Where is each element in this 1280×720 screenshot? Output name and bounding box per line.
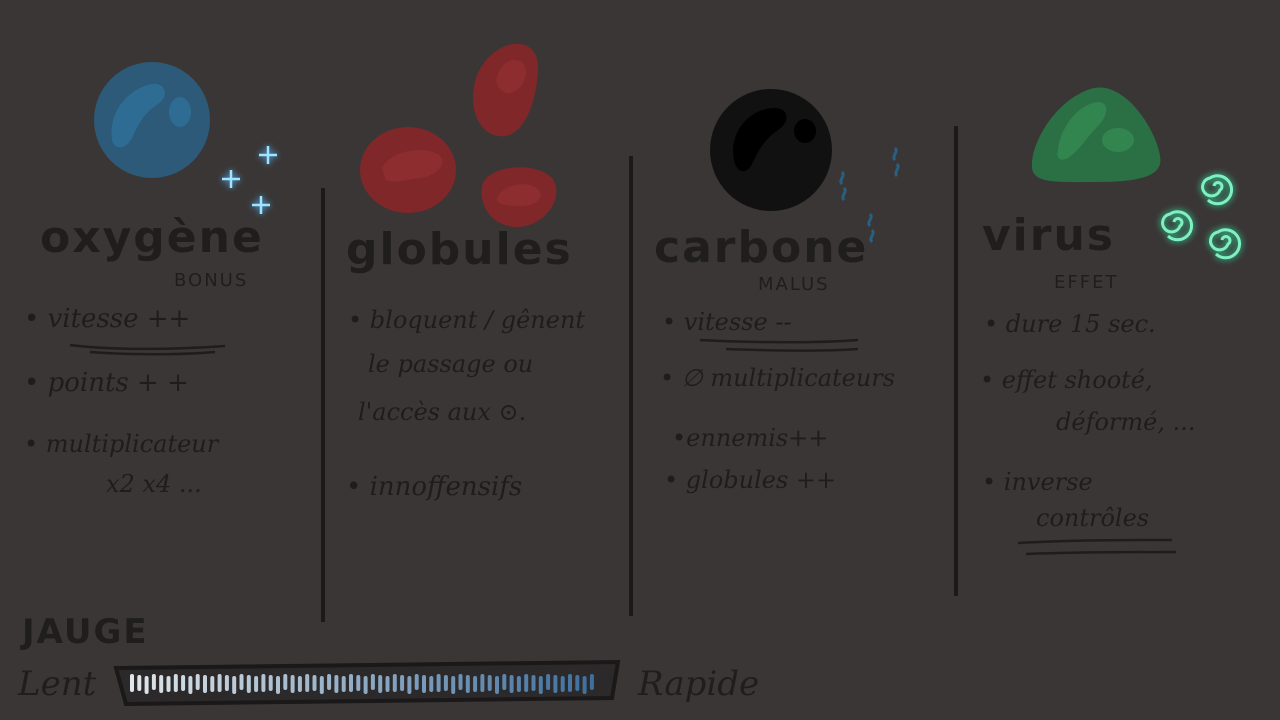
gauge-tick	[356, 675, 361, 691]
gauge-tick	[458, 674, 463, 690]
gauge-tick	[173, 674, 178, 692]
list-item: • effet shooté,	[980, 366, 1153, 394]
sketch-layer	[69, 43, 1244, 707]
gauge-tick	[422, 675, 426, 693]
gauge-tick	[589, 674, 594, 690]
column-title-carbone: carbone	[654, 222, 869, 273]
virus-blob-icon	[1031, 87, 1161, 183]
list-item: contrôles	[1036, 504, 1150, 532]
gauge-tick	[217, 674, 222, 692]
gauge-tick	[538, 676, 543, 694]
list-item: le passage ou	[368, 350, 534, 378]
gauge-tick	[575, 675, 580, 691]
gauge-tick	[349, 674, 353, 692]
gauge-tick	[443, 675, 448, 691]
gauge-tick	[516, 676, 521, 692]
gauge-tick	[546, 674, 551, 690]
gauge-tick	[582, 676, 587, 694]
gauge-tick	[159, 675, 164, 693]
gauge-tick	[254, 676, 259, 692]
list-item: • points + +	[24, 368, 189, 398]
list-item: • dure 15 sec.	[984, 310, 1156, 338]
gauge-tick	[531, 675, 536, 691]
gauge-tick	[195, 674, 200, 690]
gauge-tick	[429, 676, 434, 692]
list-item: l'accès aux ⊙.	[358, 398, 527, 426]
gauge-label-fast: Rapide	[638, 664, 760, 704]
gauge-tick	[407, 676, 412, 694]
gauge-tick	[290, 675, 295, 693]
gauge-tick	[224, 675, 229, 691]
column-tag-bonus: BONUS	[174, 270, 249, 291]
gauge-tick	[334, 675, 339, 693]
gauge-tick	[385, 676, 390, 692]
list-item: • bloquent / gênent	[348, 306, 586, 334]
list-item: • innoffensifs	[346, 472, 523, 502]
gauge-tick	[414, 674, 419, 690]
gauge-tick	[232, 676, 237, 694]
gauge-tick	[487, 675, 492, 691]
swirl-icon	[1159, 172, 1244, 262]
gauge-tick	[370, 674, 375, 690]
gauge-tick	[203, 675, 207, 693]
list-item: • inverse	[982, 468, 1093, 496]
gauge-title: JAUGE	[22, 612, 149, 652]
list-item: déformé, ...	[1056, 408, 1196, 436]
gauge-tick	[283, 674, 288, 690]
list-item: •ennemis++	[672, 424, 829, 452]
gauge-tick	[495, 676, 499, 694]
column-title-virus: virus	[982, 210, 1115, 261]
gauge-tick	[166, 676, 171, 692]
gauge-tick	[400, 675, 405, 691]
list-item: • vitesse --	[662, 308, 792, 336]
gauge-tick	[144, 676, 149, 694]
gauge-tick	[480, 674, 485, 692]
gauge-tick	[451, 676, 456, 694]
gauge-tick	[524, 674, 529, 692]
gauge-tick	[305, 674, 310, 692]
carbon-ball-icon	[710, 89, 832, 211]
gauge-tick	[188, 676, 193, 694]
gauge-tick	[130, 674, 134, 692]
gauge-tick	[436, 674, 441, 692]
column-tag-malus: MALUS	[758, 274, 830, 295]
gauge-tick	[560, 676, 565, 692]
gauge-bar	[113, 659, 621, 707]
gauge-tick	[568, 674, 572, 692]
gauge-tick	[276, 676, 280, 694]
gauge-tick	[312, 675, 317, 691]
gauge-tick	[210, 676, 215, 692]
gauge-tick	[151, 674, 156, 690]
gauge-tick	[297, 676, 302, 692]
gauge-tick	[319, 676, 324, 694]
sparkle-icon	[222, 146, 277, 214]
gauge-tick	[509, 675, 514, 693]
column-tag-effet: EFFET	[1054, 272, 1119, 293]
gauge-tick	[553, 675, 558, 693]
list-item: • ∅ multiplicateurs	[660, 364, 896, 392]
gauge-tick	[502, 674, 507, 690]
gauge-tick	[465, 675, 470, 693]
gauge-tick	[378, 675, 383, 693]
oxygen-bubble-icon	[94, 62, 210, 178]
list-item: • globules ++	[664, 466, 837, 494]
gauge-tick	[261, 674, 266, 692]
gauge-label-slow: Lent	[18, 664, 97, 704]
column-title-globules: globules	[346, 224, 573, 275]
list-item: • multiplicateur	[24, 430, 219, 458]
list-item: x2 x4 ...	[106, 470, 202, 498]
gauge-tick	[137, 675, 142, 691]
list-item: • vitesse ++	[24, 304, 191, 334]
gauge-tick	[327, 674, 332, 690]
column-title-oxygene: oxygène	[40, 212, 264, 263]
gauge-tick	[392, 674, 397, 692]
gauge-tick	[473, 676, 478, 692]
gauge-tick	[341, 676, 346, 692]
gauge-tick	[246, 675, 251, 693]
red-blood-cell-icon	[360, 43, 557, 227]
gauge-tick	[268, 675, 273, 691]
gauge-tick	[181, 675, 186, 691]
gauge-tick	[239, 674, 244, 690]
gauge-tick	[363, 676, 368, 694]
